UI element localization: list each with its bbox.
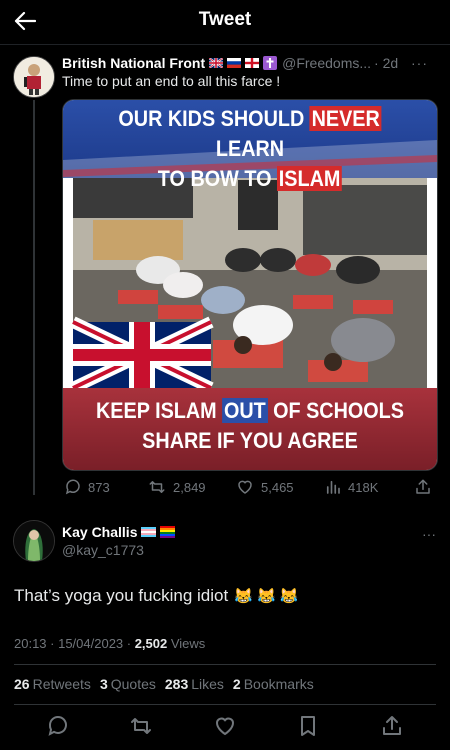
share-icon — [416, 479, 430, 494]
uk-flag-icon — [209, 58, 224, 68]
reply-author-handle[interactable]: @kay_c1773 — [62, 542, 144, 558]
banner-bottom-text: KEEP ISLAM OUT OF SCHOOLS SHARE IF YOU A… — [96, 398, 404, 453]
trans-flag-icon — [141, 527, 157, 537]
reply-more-options-icon[interactable]: ··· — [422, 526, 436, 542]
tweet-text: Time to put an end to all this farce ! — [62, 73, 281, 89]
tweet-media-image[interactable]: OUR KIDS SHOULD NEVER LEARN TO BOW TO IS… — [62, 99, 438, 471]
stat-retweets[interactable]: 26 Retweets — [14, 676, 91, 692]
latin-cross-icon — [263, 56, 278, 70]
rainbow-flag-icon — [160, 526, 176, 538]
retweet-count: 2,849 — [173, 479, 206, 495]
cat-tears-emoji: 😹 😹 😹 — [234, 588, 299, 605]
like-count: 5,465 — [261, 479, 294, 495]
reply-icon — [65, 479, 80, 495]
views-action[interactable]: 418K — [324, 478, 378, 496]
reply-views-count: 2,502 — [134, 636, 168, 651]
reply-timestamp: 20:13 · 15/04/2023 · — [14, 636, 135, 651]
thread-line — [33, 100, 35, 495]
reply-text-body: That’s yoga you fucking idiot — [14, 586, 229, 605]
views-count: 418K — [348, 479, 379, 495]
bookmark-icon[interactable] — [296, 714, 320, 738]
author-avatar[interactable] — [13, 56, 55, 98]
share-action[interactable] — [414, 478, 432, 496]
retweet-action[interactable]: 2,849 — [147, 478, 206, 496]
page-title: Tweet — [198, 9, 252, 30]
author-handle[interactable]: @Freedoms... — [282, 55, 371, 71]
england-flag-icon — [245, 58, 260, 68]
reply-views-label: Views — [167, 636, 206, 651]
more-options-icon[interactable]: ··· — [411, 55, 428, 71]
share-icon[interactable] — [380, 714, 404, 738]
retweet-icon — [149, 481, 165, 493]
tweet-time: · 2d — [374, 55, 399, 71]
retweet-icon[interactable] — [129, 714, 153, 738]
reply-action-bar — [0, 710, 450, 742]
heart-icon[interactable] — [213, 714, 237, 738]
heart-icon — [238, 480, 252, 494]
divider — [14, 704, 436, 705]
stat-bookmarks[interactable]: 2 Bookmarks — [233, 676, 314, 692]
reply-text: That’s yoga you fucking idiot 😹 😹 😹 — [14, 586, 299, 606]
stat-likes[interactable]: 283 Likes — [165, 676, 224, 692]
stat-quotes[interactable]: 3 Quotes — [100, 676, 156, 692]
reply-author-name[interactable]: Kay Challis — [62, 524, 137, 540]
tweet-header: British National Front @Freedoms... · 2d… — [62, 54, 442, 72]
divider — [14, 664, 436, 665]
reply-action[interactable]: 873 — [64, 478, 110, 496]
tweet-actions: 873 2,849 5,465 418K — [62, 478, 436, 498]
reply-icon[interactable] — [46, 714, 70, 738]
reply-count: 873 — [88, 479, 110, 495]
top-bar: Tweet — [0, 0, 450, 45]
reply-header: Kay Challis — [62, 524, 176, 540]
reply-meta: 20:13 · 15/04/2023 · 2,502 Views — [14, 636, 205, 651]
reply-stats: 26 Retweets 3 Quotes 283 Likes 2 Bookmarks — [14, 676, 314, 692]
banner-top-text: OUR KIDS SHOULD NEVER LEARN TO BOW TO IS… — [118, 106, 382, 191]
reply-author-avatar[interactable] — [13, 520, 55, 562]
like-action[interactable]: 5,465 — [235, 478, 294, 496]
russia-flag-icon — [227, 58, 242, 68]
author-name[interactable]: British National Front — [62, 55, 205, 71]
views-bar-chart-icon — [326, 480, 340, 494]
